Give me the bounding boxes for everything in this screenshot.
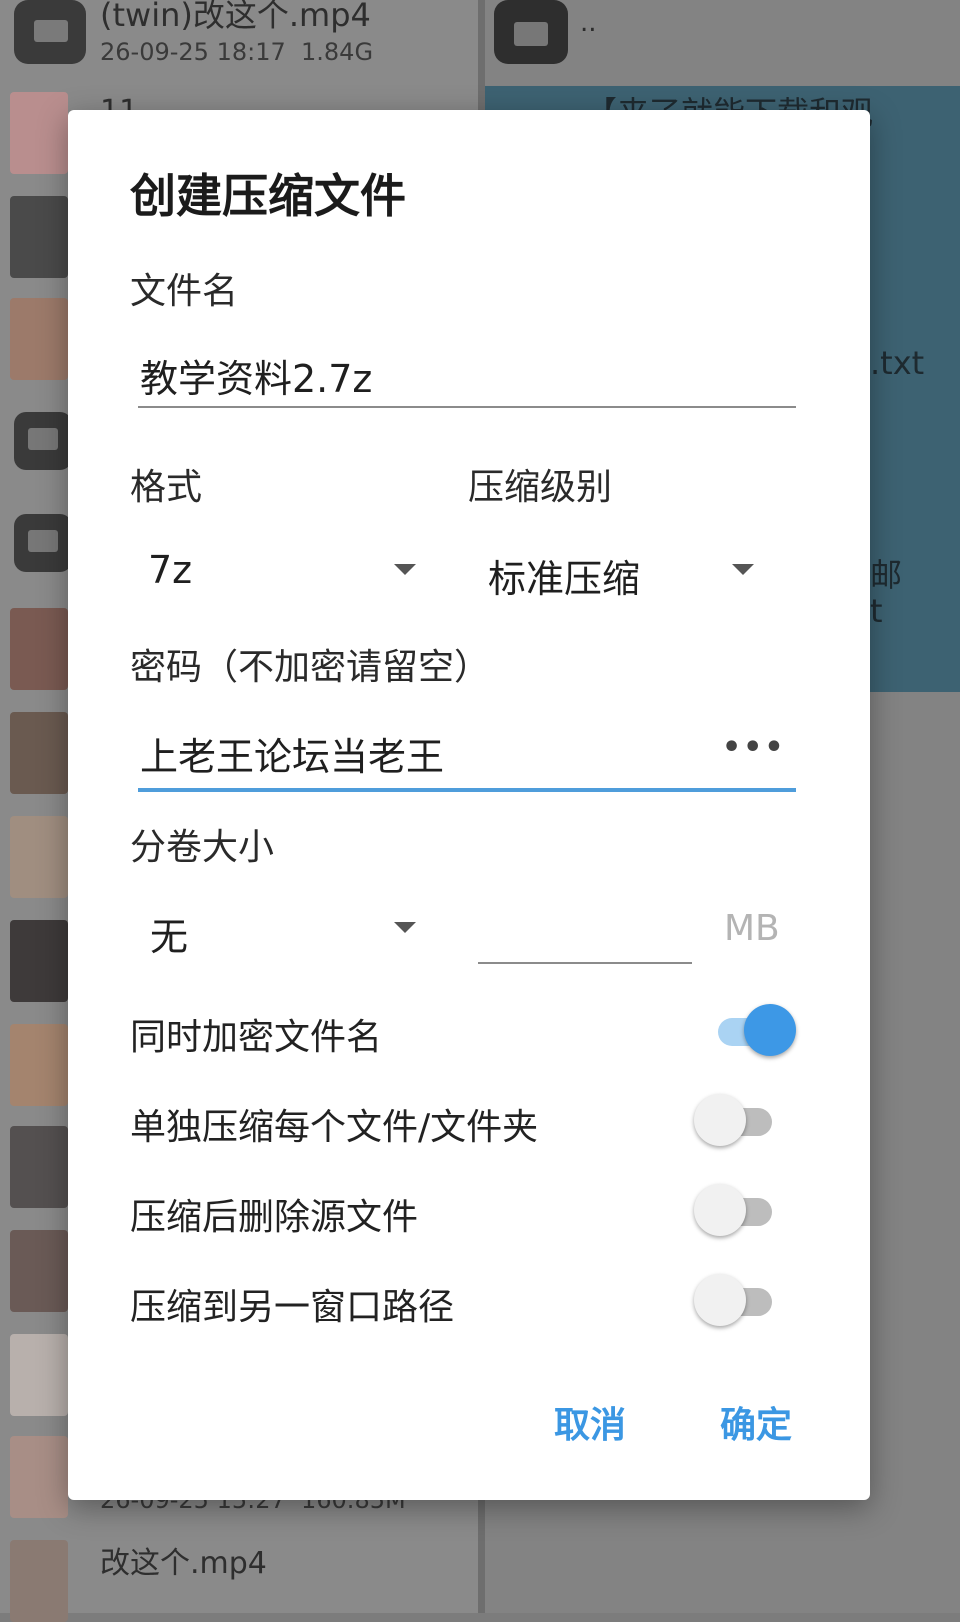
- dropdown-caret-icon: [394, 564, 416, 575]
- file-name: 改这个.mp4: [100, 1546, 267, 1581]
- delete-source-toggle[interactable]: [694, 1184, 778, 1238]
- dialog-title: 创建压缩文件: [130, 169, 406, 223]
- option-label: 同时加密文件名: [130, 1017, 383, 1058]
- file-name: 邮: [870, 556, 903, 594]
- video-file-icon: [14, 412, 72, 470]
- thumbnail: [10, 1230, 68, 1312]
- thumbnail: [10, 1334, 68, 1416]
- split-unit: MB: [724, 908, 780, 949]
- level-value: 标准压缩: [488, 557, 641, 601]
- thumbnail: [10, 1540, 68, 1622]
- thumbnail: [10, 816, 68, 898]
- option-label: 单独压缩每个文件/文件夹: [130, 1107, 539, 1148]
- thumbnail: [10, 712, 68, 794]
- separate-archives-toggle[interactable]: [694, 1094, 778, 1148]
- filename-field[interactable]: 教学资料2.7z: [140, 348, 372, 403]
- thumbnail: [10, 1436, 68, 1518]
- other-window-path-toggle[interactable]: [694, 1274, 778, 1328]
- split-size-underline: [478, 962, 692, 964]
- thumbnail: [10, 920, 68, 1002]
- password-field[interactable]: 上老王论坛当老王: [140, 726, 444, 781]
- dropdown-caret-icon: [394, 922, 416, 933]
- cancel-button[interactable]: 取消: [554, 1396, 626, 1448]
- folder-icon: [494, 0, 568, 64]
- file-name: .txt: [870, 344, 925, 382]
- format-label: 格式: [130, 467, 203, 508]
- encrypt-filenames-toggle[interactable]: [712, 1004, 796, 1058]
- level-label: 压缩级别: [468, 467, 613, 508]
- create-archive-dialog: 创建压缩文件 文件名 教学资料2.7z 格式 压缩级别 7z 标准压缩 密码（不…: [68, 110, 870, 1500]
- thumbnail: [10, 92, 68, 174]
- option-label: 压缩到另一窗口路径: [130, 1287, 455, 1328]
- thumbnail: [10, 1126, 68, 1208]
- thumbnail: [10, 608, 68, 690]
- dropdown-caret-icon: [732, 564, 754, 575]
- file-name: t: [870, 592, 883, 630]
- split-label: 分卷大小: [130, 827, 275, 868]
- file-name: (twin)改这个.mp4: [100, 0, 371, 34]
- password-underline: [138, 788, 796, 792]
- thumbnail: [10, 1024, 68, 1106]
- password-label: 密码（不加密请留空）: [130, 647, 491, 688]
- file-meta: 26-09-25 18:17 1.84G: [100, 38, 374, 66]
- option-label: 压缩后删除源文件: [130, 1197, 419, 1238]
- parent-dir[interactable]: ..: [580, 8, 597, 38]
- filename-label: 文件名: [130, 271, 239, 312]
- thumbnail: [10, 298, 68, 380]
- format-value: 7z: [148, 548, 193, 592]
- split-size-input[interactable]: [480, 906, 688, 956]
- video-file-icon: [14, 0, 86, 64]
- thumbnail: [10, 196, 68, 278]
- password-visibility-icon[interactable]: •••: [722, 730, 786, 765]
- video-file-icon: [14, 514, 72, 572]
- ok-button[interactable]: 确定: [720, 1396, 792, 1448]
- split-value: 无: [150, 915, 189, 959]
- filename-underline: [138, 406, 796, 408]
